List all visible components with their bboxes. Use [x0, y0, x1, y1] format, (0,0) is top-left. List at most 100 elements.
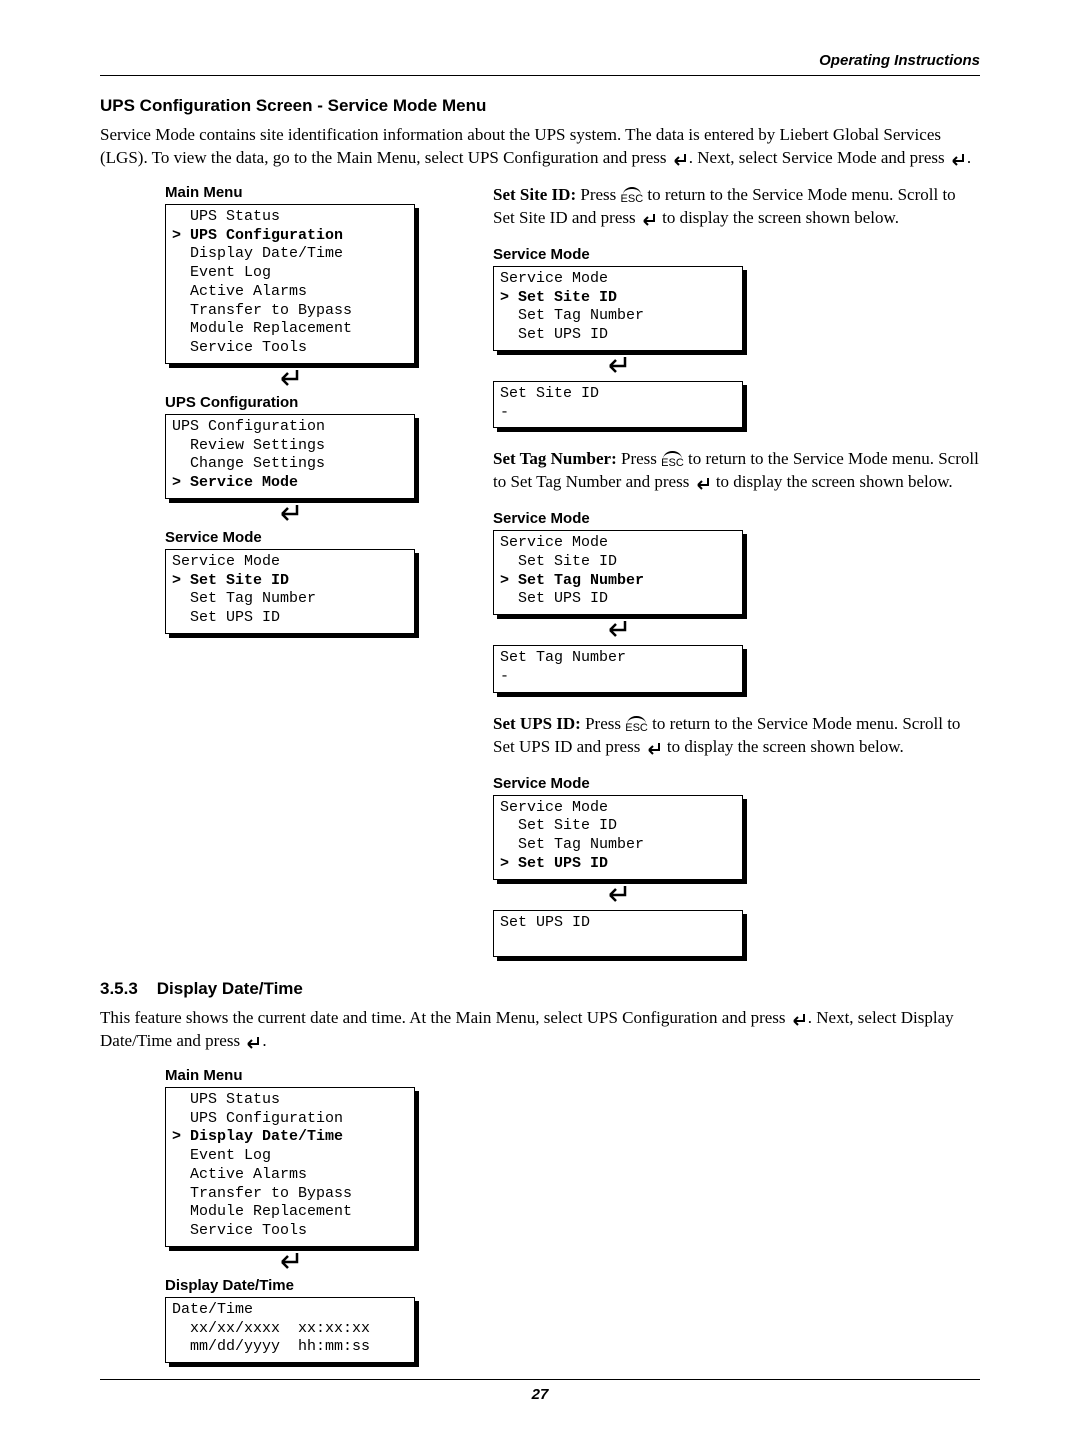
- menu-box: Service Mode Set Site ID> Set Tag Number…: [493, 530, 743, 615]
- text: Press: [580, 185, 620, 204]
- left-col: Main Menu UPS Status> UPS Configuration …: [165, 184, 457, 634]
- menu-row: Service Mode: [172, 553, 408, 572]
- menu-row: Display Date/Time: [172, 245, 408, 264]
- menu-box-ups: UPS Configuration Review Settings Change…: [165, 414, 415, 499]
- menu-row: > Service Mode: [172, 474, 408, 493]
- right-menu-site: Service Mode Service Mode> Set Site ID S…: [493, 246, 980, 429]
- menu-box-sub: Set Tag Number-: [493, 645, 743, 693]
- menu-row: Transfer to Bypass: [172, 302, 408, 321]
- enter-icon: [244, 1036, 262, 1050]
- menu-row: Date/Time: [172, 1301, 408, 1320]
- enter-icon: [790, 1013, 808, 1027]
- text: Press: [585, 714, 625, 733]
- enter-icon: [645, 742, 663, 756]
- menu-row: Set Site ID: [500, 385, 736, 404]
- menu-row: Service Tools: [172, 339, 408, 358]
- menu-row: Event Log: [172, 264, 408, 283]
- right-menu-ups: Service Mode Service Mode Set Site ID Se…: [493, 775, 980, 958]
- menu-row: Transfer to Bypass: [172, 1185, 408, 1204]
- menu-row: [500, 932, 736, 951]
- intro-paragraph-2: This feature shows the current date and …: [100, 1007, 980, 1053]
- menu-row: > Set Site ID: [172, 572, 408, 591]
- menu-row: Set UPS ID: [500, 326, 736, 345]
- box-label: Service Mode: [493, 775, 980, 792]
- menu-row: Set Tag Number: [500, 307, 736, 326]
- top-rule: [100, 75, 980, 76]
- intro-paragraph-1: Service Mode contains site identificatio…: [100, 124, 980, 170]
- box-label: Display Date/Time: [165, 1277, 457, 1294]
- lead: Set Site ID:: [493, 185, 580, 204]
- set-tag-number-para: Set Tag Number: Press ESC to return to t…: [493, 448, 980, 494]
- menu-box-service-mode: Service Mode> Set Site ID Set Tag Number…: [165, 549, 415, 634]
- section-title-1: UPS Configuration Screen - Service Mode …: [100, 96, 980, 116]
- enter-icon: [671, 153, 689, 167]
- menu-row: Service Mode: [500, 270, 736, 289]
- menu-row: > Set Site ID: [500, 289, 736, 308]
- datetime-menus: Main Menu UPS Status UPS Configuration> …: [165, 1067, 457, 1363]
- section-heading: Display Date/Time: [157, 979, 303, 998]
- menu-row: -: [500, 404, 736, 423]
- menu-row: Set Site ID: [500, 553, 736, 572]
- menu-row: Set Tag Number: [172, 590, 408, 609]
- menu-row: UPS Configuration: [172, 1110, 408, 1129]
- section-title-2: 3.5.3 Display Date/Time: [100, 979, 980, 999]
- menu-box-datetime: Date/Time xx/xx/xxxx xx:xx:xx mm/dd/yyyy…: [165, 1297, 415, 1363]
- enter-icon: [493, 355, 743, 379]
- menu-row: Service Mode: [500, 799, 736, 818]
- box-label: Main Menu: [165, 184, 457, 201]
- menu-row: Event Log: [172, 1147, 408, 1166]
- text: to display the screen shown below.: [658, 208, 899, 227]
- menu-row: Change Settings: [172, 455, 408, 474]
- text: This feature shows the current date and …: [100, 1008, 790, 1027]
- menu-box-sub: Set UPS ID: [493, 910, 743, 958]
- section-number: 3.5.3: [100, 979, 152, 999]
- esc-icon: ESC: [661, 454, 684, 471]
- text: .: [262, 1031, 266, 1050]
- menu-box: Service Mode Set Site ID Set Tag Number>…: [493, 795, 743, 880]
- text: . Next, select Service Mode and press: [689, 148, 949, 167]
- set-site-id-para: Set Site ID: Press ESC to return to the …: [493, 184, 980, 230]
- box-label: UPS Configuration: [165, 394, 457, 411]
- menu-row: Set UPS ID: [172, 609, 408, 628]
- menu-box: Service Mode> Set Site ID Set Tag Number…: [493, 266, 743, 351]
- enter-icon: [493, 884, 743, 908]
- menu-row: Service Mode: [500, 534, 736, 553]
- set-ups-id-para: Set UPS ID: Press ESC to return to the S…: [493, 713, 980, 759]
- menu-box-main: UPS Status> UPS Configuration Display Da…: [165, 204, 415, 364]
- column-layout: Main Menu UPS Status> UPS Configuration …: [100, 184, 980, 957]
- enter-icon: [493, 619, 743, 643]
- box-label: Main Menu: [165, 1067, 457, 1084]
- menu-row: Service Tools: [172, 1222, 408, 1241]
- right-col: Set Site ID: Press ESC to return to the …: [493, 184, 980, 957]
- menu-row: Module Replacement: [172, 1203, 408, 1222]
- menu-row: xx/xx/xxxx xx:xx:xx: [172, 1320, 408, 1339]
- text: to display the screen shown below.: [712, 472, 953, 491]
- box-label: Service Mode: [165, 529, 457, 546]
- menu-row: mm/dd/yyyy hh:mm:ss: [172, 1338, 408, 1357]
- menu-row: Set Site ID: [500, 817, 736, 836]
- enter-icon: [694, 477, 712, 491]
- lead: Set UPS ID:: [493, 714, 585, 733]
- menu-row: Active Alarms: [172, 283, 408, 302]
- menu-row: Review Settings: [172, 437, 408, 456]
- menu-row: > Set UPS ID: [500, 855, 736, 874]
- bottom-rule: [100, 1379, 980, 1380]
- menu-row: Set UPS ID: [500, 590, 736, 609]
- manual-page: Operating Instructions UPS Configuration…: [0, 0, 1080, 1443]
- text: Press: [621, 449, 661, 468]
- running-header: Operating Instructions: [100, 52, 980, 69]
- menu-row: > UPS Configuration: [172, 227, 408, 246]
- page-number: 27: [100, 1386, 980, 1403]
- menu-row: Active Alarms: [172, 1166, 408, 1185]
- menu-box-main2: UPS Status UPS Configuration> Display Da…: [165, 1087, 415, 1247]
- esc-icon: ESC: [621, 190, 644, 207]
- menu-row: > Display Date/Time: [172, 1128, 408, 1147]
- menu-row: Set Tag Number: [500, 836, 736, 855]
- right-menu-tag: Service Mode Service Mode Set Site ID> S…: [493, 510, 980, 693]
- box-label: Service Mode: [493, 510, 980, 527]
- menu-row: UPS Configuration: [172, 418, 408, 437]
- menu-row: -: [500, 668, 736, 687]
- enter-icon: [165, 368, 415, 392]
- lead: Set Tag Number:: [493, 449, 621, 468]
- menu-row: Module Replacement: [172, 320, 408, 339]
